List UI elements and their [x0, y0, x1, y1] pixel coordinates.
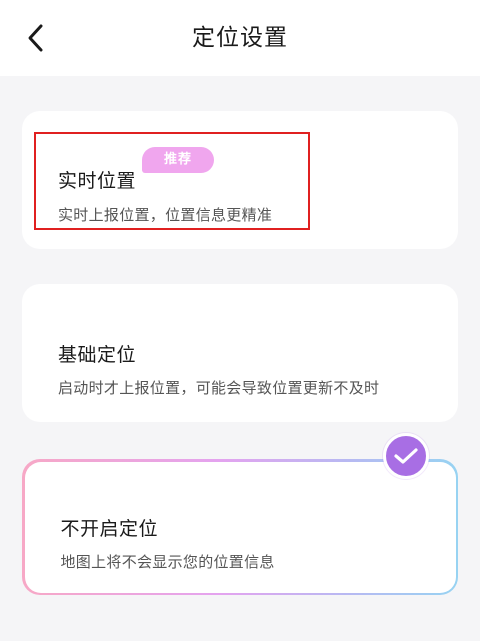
option-basic-location[interactable]: 基础定位 启动时才上报位置，可能会导致位置更新不及时 — [22, 284, 458, 422]
selected-check-badge — [383, 433, 429, 479]
option-disable-location[interactable]: 不开启定位 地图上将不会显示您的位置信息 — [22, 459, 458, 595]
recommend-badge: 推荐 — [142, 147, 214, 173]
option-description: 启动时才上报位置，可能会导致位置更新不及时 — [58, 379, 380, 397]
chevron-left-icon — [28, 24, 43, 52]
page-title: 定位设置 — [192, 25, 288, 51]
option-title: 基础定位 — [58, 344, 137, 366]
option-title: 实时位置 — [58, 170, 137, 192]
option-card-inner: 不开启定位 地图上将不会显示您的位置信息 — [24, 461, 456, 593]
option-description: 地图上将不会显示您的位置信息 — [60, 552, 275, 571]
checkmark-icon — [394, 448, 418, 464]
option-description: 实时上报位置，位置信息更精准 — [58, 206, 273, 224]
option-title: 不开启定位 — [60, 517, 159, 540]
option-realtime-location[interactable]: 推荐 实时位置 实时上报位置，位置信息更精准 — [22, 111, 458, 249]
back-button[interactable] — [18, 20, 54, 56]
header-bar: 定位设置 — [0, 0, 480, 76]
